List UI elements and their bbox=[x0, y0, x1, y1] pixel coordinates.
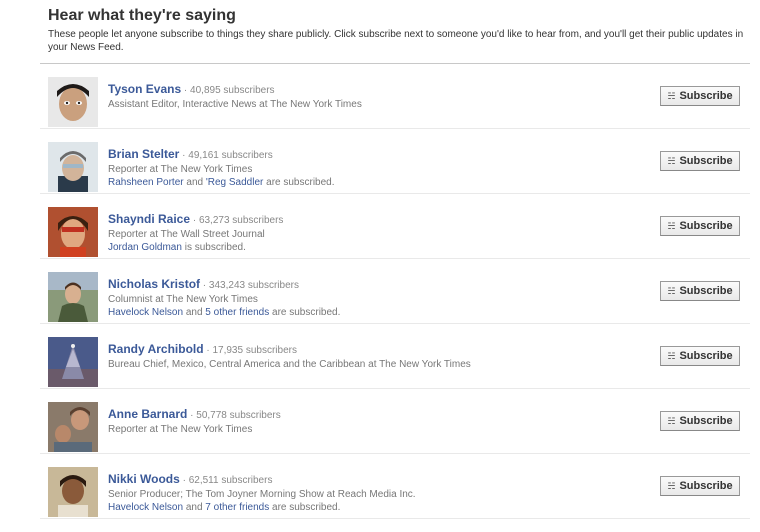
separator-dot: · bbox=[206, 345, 210, 356]
person-headline: Reporter at The New York Times bbox=[108, 424, 253, 435]
person-name-link[interactable]: Randy Archibold bbox=[108, 342, 204, 356]
person-headline: Senior Producer; The Tom Joyner Morning … bbox=[108, 489, 416, 500]
person-headline: Columnist at The New York Times bbox=[108, 294, 258, 305]
subscribe-button[interactable]: ☵ Subscribe bbox=[660, 86, 740, 106]
person-name-link[interactable]: Nicholas Kristof bbox=[108, 277, 200, 291]
separator-dot: · bbox=[190, 410, 194, 421]
person-name-link[interactable]: Shayndi Raice bbox=[108, 212, 190, 226]
friends-text: are subscribed. bbox=[269, 502, 341, 513]
mutual-friends: Rahsheen Porter and 'Reg Saddler are sub… bbox=[108, 176, 628, 189]
friends-text: and bbox=[183, 502, 206, 513]
person-row: Shayndi Raice · 63,273 subscribers Repor… bbox=[40, 194, 750, 259]
person-info: Tyson Evans · 40,895 subscribers Assista… bbox=[108, 82, 628, 111]
person-name-link[interactable]: Tyson Evans bbox=[108, 82, 181, 96]
subscriber-count: 49,161 subscribers bbox=[188, 150, 273, 161]
friends-text: is subscribed. bbox=[181, 242, 246, 253]
separator-dot: · bbox=[192, 215, 197, 226]
person-name-link[interactable]: Nikki Woods bbox=[108, 472, 180, 486]
rss-icon: ☵ bbox=[667, 350, 676, 361]
rss-icon: ☵ bbox=[667, 285, 676, 296]
subscribe-label: Subscribe bbox=[679, 350, 733, 362]
subscriber-count: 343,243 subscribers bbox=[208, 280, 299, 291]
subscribe-label: Subscribe bbox=[679, 220, 733, 232]
mutual-friends: Havelock Nelson and 5 other friends are … bbox=[108, 306, 628, 319]
person-row: Nikki Woods · 62,511 subscribers Senior … bbox=[40, 454, 750, 519]
rss-icon: ☵ bbox=[667, 220, 676, 231]
friends-text: and bbox=[183, 307, 206, 318]
person-info: Nikki Woods · 62,511 subscribers Senior … bbox=[108, 472, 628, 514]
subscriber-count: 40,895 subscribers bbox=[190, 85, 275, 96]
subscribe-button[interactable]: ☵ Subscribe bbox=[660, 476, 740, 496]
subscribe-button[interactable]: ☵ Subscribe bbox=[660, 151, 740, 171]
person-headline: Bureau Chief, Mexico, Central America an… bbox=[108, 359, 471, 370]
rss-icon: ☵ bbox=[667, 90, 676, 101]
friend-link[interactable]: Havelock Nelson bbox=[108, 502, 183, 513]
subscribe-label: Subscribe bbox=[679, 90, 733, 102]
separator-dot: · bbox=[182, 150, 186, 161]
friend-link[interactable]: Rahsheen Porter bbox=[108, 177, 184, 188]
subscribe-button[interactable]: ☵ Subscribe bbox=[660, 281, 740, 301]
person-info: Anne Barnard · 50,778 subscribers Report… bbox=[108, 407, 628, 436]
suggestions-header: Hear what they're saying These people le… bbox=[48, 6, 748, 54]
avatar[interactable] bbox=[48, 272, 98, 322]
friends-text: and bbox=[183, 177, 206, 188]
person-info: Nicholas Kristof · 343,243 subscribers C… bbox=[108, 277, 628, 319]
person-info: Brian Stelter · 49,161 subscribers Repor… bbox=[108, 147, 628, 189]
person-row: Nicholas Kristof · 343,243 subscribers C… bbox=[40, 259, 750, 324]
subscriber-count: 17,935 subscribers bbox=[212, 345, 297, 356]
separator-dot: · bbox=[183, 85, 188, 96]
subscriber-count: 63,273 subscribers bbox=[198, 215, 284, 226]
avatar[interactable] bbox=[48, 402, 98, 452]
person-headline: Reporter at The Wall Street Journal bbox=[108, 229, 265, 240]
person-row: Tyson Evans · 40,895 subscribers Assista… bbox=[40, 64, 750, 129]
rss-icon: ☵ bbox=[667, 480, 676, 491]
rss-icon: ☵ bbox=[667, 155, 676, 166]
person-name-link[interactable]: Brian Stelter bbox=[108, 147, 179, 161]
avatar[interactable] bbox=[48, 337, 98, 387]
friend-link[interactable]: Havelock Nelson bbox=[108, 307, 183, 318]
avatar[interactable] bbox=[48, 142, 98, 192]
subscribe-button[interactable]: ☵ Subscribe bbox=[660, 346, 740, 366]
person-row: Randy Archibold · 17,935 subscribers Bur… bbox=[40, 324, 750, 389]
section-title: Hear what they're saying bbox=[48, 7, 236, 24]
person-info: Shayndi Raice · 63,273 subscribers Repor… bbox=[108, 212, 628, 254]
friend-link[interactable]: 'Reg Saddler bbox=[206, 177, 264, 188]
people-list: Tyson Evans · 40,895 subscribers Assista… bbox=[40, 64, 750, 519]
friend-link[interactable]: 5 other friends bbox=[205, 307, 269, 318]
subscriber-count: 50,778 subscribers bbox=[196, 410, 281, 421]
subscribe-label: Subscribe bbox=[679, 285, 733, 297]
subscribe-label: Subscribe bbox=[679, 480, 733, 492]
person-name-link[interactable]: Anne Barnard bbox=[108, 407, 187, 421]
person-row: Brian Stelter · 49,161 subscribers Repor… bbox=[40, 129, 750, 194]
subscriber-count: 62,511 subscribers bbox=[188, 475, 273, 486]
friends-text: are subscribed. bbox=[263, 177, 335, 188]
avatar[interactable] bbox=[48, 207, 98, 257]
friend-link[interactable]: Jordan Goldman bbox=[108, 242, 182, 253]
separator-dot: · bbox=[182, 475, 186, 486]
subscribe-button[interactable]: ☵ Subscribe bbox=[660, 411, 740, 431]
separator-dot: · bbox=[202, 280, 207, 291]
avatar[interactable] bbox=[48, 77, 98, 127]
mutual-friends: Havelock Nelson and 7 other friends are … bbox=[108, 501, 628, 514]
section-description: These people let anyone subscribe to thi… bbox=[48, 29, 744, 53]
friends-text: are subscribed. bbox=[269, 307, 341, 318]
subscribe-label: Subscribe bbox=[679, 415, 733, 427]
subscribe-label: Subscribe bbox=[679, 155, 733, 167]
mutual-friends: Jordan Goldman is subscribed. bbox=[108, 241, 628, 254]
friend-link[interactable]: 7 other friends bbox=[205, 502, 269, 513]
rss-icon: ☵ bbox=[667, 415, 676, 426]
person-headline: Assistant Editor, Interactive News at Th… bbox=[108, 99, 362, 110]
avatar[interactable] bbox=[48, 467, 98, 517]
subscribe-button[interactable]: ☵ Subscribe bbox=[660, 216, 740, 236]
person-row: Anne Barnard · 50,778 subscribers Report… bbox=[40, 389, 750, 454]
person-headline: Reporter at The New York Times bbox=[108, 164, 253, 175]
person-info: Randy Archibold · 17,935 subscribers Bur… bbox=[108, 342, 628, 371]
